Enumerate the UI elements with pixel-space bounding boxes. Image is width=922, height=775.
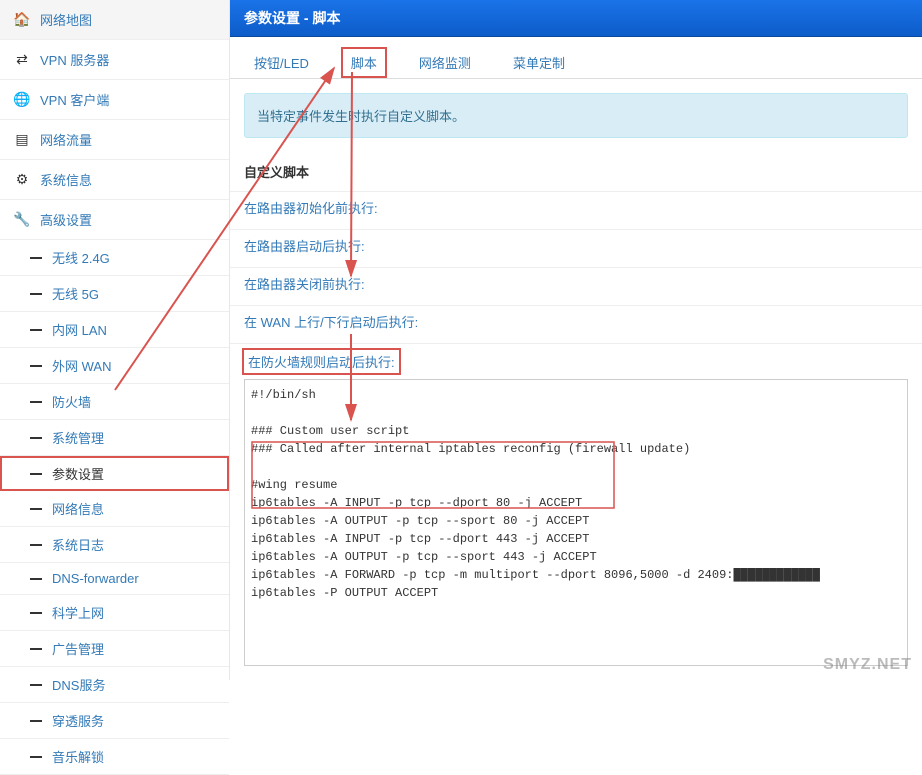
main-content: 参数设置 - 脚本 按钮/LED 脚本 网络监测 菜单定制 当特定事件发生时执行… [230,0,922,680]
sidebar-sub-proxy[interactable]: 科学上网 [0,595,229,631]
dash-icon [30,329,42,331]
dash-icon [30,257,42,259]
link-before-init[interactable]: 在路由器初始化前执行: [230,192,922,230]
sidebar: 🏠 网络地图 ⇄ VPN 服务器 🌐 VPN 客户端 ▤ 网络流量 ⚙ 系统信息 🔧 高级设… [0,0,230,680]
sub-label: 防火墙 [52,392,91,411]
sub-label: 音乐解锁 [52,747,104,766]
dash-icon [30,293,42,295]
dash-icon [30,578,42,580]
link-label: 在路由器初始化前执行: [244,201,378,216]
sidebar-sub-firewall[interactable]: 防火墙 [0,384,229,420]
sub-label: 穿透服务 [52,711,104,730]
sidebar-sub-system-mgmt[interactable]: 系统管理 [0,420,229,456]
nav-vpn-server[interactable]: ⇄ VPN 服务器 [0,40,229,80]
bars-icon: ▤ [14,132,30,148]
nav-label: VPN 客户端 [40,90,109,109]
nav-label: 系统信息 [40,170,92,189]
tab-netmonitor[interactable]: 网络监测 [409,47,481,78]
dash-icon [30,473,42,475]
nav-network-map[interactable]: 🏠 网络地图 [0,0,229,40]
sub-label: 无线 5G [52,284,99,303]
watermark: SMYZ.NET [823,656,912,674]
link-before-shutdown[interactable]: 在路由器关闭前执行: [230,268,922,306]
sidebar-sub-tunnel[interactable]: 穿透服务 [0,703,229,739]
sidebar-sub-netinfo[interactable]: 网络信息 [0,491,229,527]
script-editor[interactable]: #!/bin/sh ### Custom user script ### Cal… [244,379,908,666]
dash-icon [30,365,42,367]
sub-label: 内网 LAN [52,320,107,339]
sub-label: 参数设置 [52,464,104,483]
dash-icon [30,720,42,722]
dash-icon [30,544,42,546]
nav-label: 网络流量 [40,130,92,149]
link-label: 在路由器启动后执行: [244,239,365,254]
section-title: 自定义脚本 [230,152,922,192]
sidebar-sub-music[interactable]: 音乐解锁 [0,739,229,775]
sidebar-sub-adblock[interactable]: 广告管理 [0,631,229,667]
dash-icon [30,648,42,650]
sub-label: 网络信息 [52,499,104,518]
nav-label: VPN 服务器 [40,50,109,69]
link-after-boot[interactable]: 在路由器启动后执行: [230,230,922,268]
sidebar-sub-lan[interactable]: 内网 LAN [0,312,229,348]
nav-system-info[interactable]: ⚙ 系统信息 [0,160,229,200]
tab-script[interactable]: 脚本 [341,47,387,78]
nav-vpn-client[interactable]: 🌐 VPN 客户端 [0,80,229,120]
sub-label: 系统日志 [52,535,104,554]
tab-button-led[interactable]: 按钮/LED [244,47,319,78]
dash-icon [30,508,42,510]
nav-advanced[interactable]: 🔧 高级设置 [0,200,229,240]
sub-label: 无线 2.4G [52,248,110,267]
dash-icon [30,612,42,614]
sidebar-sub-dns[interactable]: DNS服务 [0,667,229,703]
wrench-icon: 🔧 [14,212,30,228]
info-box: 当特定事件发生时执行自定义脚本。 [244,93,908,138]
tab-menu-custom[interactable]: 菜单定制 [503,47,575,78]
globe-icon: 🌐 [14,92,30,108]
page-header: 参数设置 - 脚本 [230,0,922,37]
nav-traffic[interactable]: ▤ 网络流量 [0,120,229,160]
link-firewall-rules[interactable]: 在防火墙规则启动后执行: [242,348,401,375]
dash-icon [30,437,42,439]
sub-label: DNS-forwarder [52,571,139,586]
link-label: 在路由器关闭前执行: [244,277,365,292]
gear-icon: ⚙ [14,172,30,188]
sub-label: 广告管理 [52,639,104,658]
sub-label: 科学上网 [52,603,104,622]
nav-label: 网络地图 [40,10,92,29]
nav-label: 高级设置 [40,210,92,229]
home-icon: 🏠 [14,12,30,28]
sub-label: DNS服务 [52,675,105,694]
sidebar-sub-dnsforwarder[interactable]: DNS-forwarder [0,563,229,595]
dash-icon [30,756,42,758]
sub-label: 系统管理 [52,428,104,447]
sub-label: 外网 WAN [52,356,111,375]
sidebar-sub-syslog[interactable]: 系统日志 [0,527,229,563]
dash-icon [30,401,42,403]
link-label: 在防火墙规则启动后执行: [248,355,395,370]
sidebar-sub-wireless24g[interactable]: 无线 2.4G [0,240,229,276]
swap-icon: ⇄ [14,52,30,68]
sidebar-sub-wireless5g[interactable]: 无线 5G [0,276,229,312]
tabs: 按钮/LED 脚本 网络监测 菜单定制 [230,37,922,79]
sidebar-sub-wan[interactable]: 外网 WAN [0,348,229,384]
link-wan-updown[interactable]: 在 WAN 上行/下行启动后执行: [230,306,922,344]
dash-icon [30,684,42,686]
link-label: 在 WAN 上行/下行启动后执行: [244,315,418,330]
sidebar-sub-params[interactable]: 参数设置 [0,456,229,491]
